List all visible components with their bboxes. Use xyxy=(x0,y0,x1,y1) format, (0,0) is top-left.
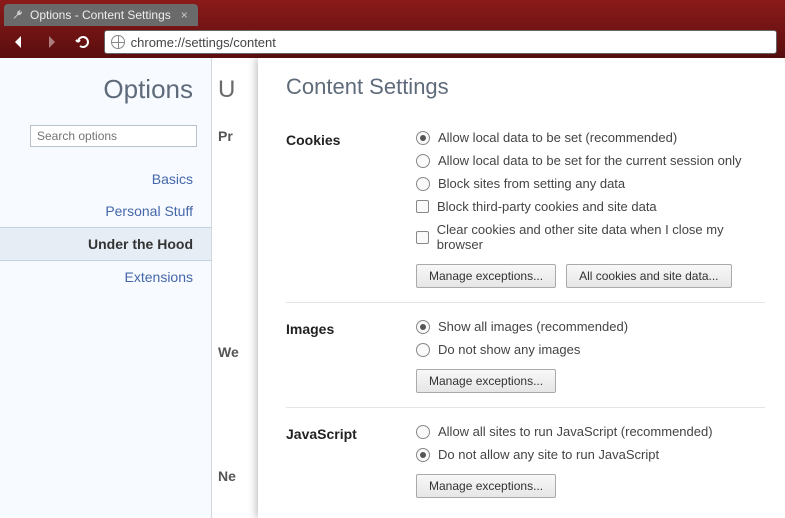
content-settings-modal: Content Settings Cookies Allow local dat… xyxy=(258,58,785,518)
underlay-label: Pr xyxy=(212,128,256,144)
radio-images-hide[interactable] xyxy=(416,343,430,357)
manage-exceptions-button[interactable]: Manage exceptions... xyxy=(416,369,556,393)
radio-label: Do not allow any site to run JavaScript xyxy=(438,447,659,462)
underlay-label: Ne xyxy=(212,468,256,484)
search-input[interactable] xyxy=(30,125,197,147)
section-images: Images Show all images (recommended) Do … xyxy=(286,313,765,408)
section-label-cookies: Cookies xyxy=(286,130,416,288)
all-cookies-button[interactable]: All cookies and site data... xyxy=(566,264,731,288)
sidebar: Options Basics Personal Stuff Under the … xyxy=(0,58,212,518)
underlay-column: U Pr We Ne xyxy=(212,58,256,518)
tab-strip: Options - Content Settings × xyxy=(0,0,785,26)
manage-exceptions-button[interactable]: Manage exceptions... xyxy=(416,474,556,498)
radio-cookies-allow[interactable] xyxy=(416,131,430,145)
radio-cookies-session[interactable] xyxy=(416,154,430,168)
radio-js-allow[interactable] xyxy=(416,425,430,439)
radio-images-show[interactable] xyxy=(416,320,430,334)
underlay-heading: U xyxy=(212,76,256,104)
radio-label: Allow local data to be set for the curre… xyxy=(438,153,742,168)
browser-tab[interactable]: Options - Content Settings × xyxy=(4,4,198,26)
manage-exceptions-button[interactable]: Manage exceptions... xyxy=(416,264,556,288)
arrow-right-icon xyxy=(43,34,59,50)
radio-cookies-block[interactable] xyxy=(416,177,430,191)
page-title: Options xyxy=(0,58,211,125)
sidebar-item-under-the-hood[interactable]: Under the Hood xyxy=(0,227,211,261)
radio-label: Show all images (recommended) xyxy=(438,319,628,334)
sidebar-nav: Basics Personal Stuff Under the Hood Ext… xyxy=(0,163,211,293)
forward-button[interactable] xyxy=(40,31,62,53)
browser-chrome: Options - Content Settings × xyxy=(0,0,785,58)
browser-toolbar xyxy=(0,26,785,58)
arrow-left-icon xyxy=(11,34,27,50)
sidebar-item-personal-stuff[interactable]: Personal Stuff xyxy=(0,195,211,227)
modal-title: Content Settings xyxy=(286,74,765,100)
radio-label: Do not show any images xyxy=(438,342,580,357)
search-options xyxy=(30,125,197,147)
tab-title: Options - Content Settings xyxy=(30,8,171,22)
radio-js-block[interactable] xyxy=(416,448,430,462)
close-icon[interactable]: × xyxy=(181,8,188,22)
sidebar-item-basics[interactable]: Basics xyxy=(0,163,211,195)
sidebar-item-extensions[interactable]: Extensions xyxy=(0,261,211,293)
radio-label: Allow all sites to run JavaScript (recom… xyxy=(438,424,713,439)
checkbox-clear-on-close[interactable] xyxy=(416,231,429,244)
globe-icon xyxy=(111,35,125,49)
section-label-images: Images xyxy=(286,319,416,393)
url-input[interactable] xyxy=(131,35,770,50)
checkbox-label: Clear cookies and other site data when I… xyxy=(437,222,765,252)
radio-label: Block sites from setting any data xyxy=(438,176,625,191)
checkbox-label: Block third-party cookies and site data xyxy=(437,199,657,214)
reload-icon xyxy=(75,34,91,50)
section-cookies: Cookies Allow local data to be set (reco… xyxy=(286,124,765,303)
radio-label: Allow local data to be set (recommended) xyxy=(438,130,677,145)
wrench-icon xyxy=(12,9,24,21)
checkbox-block-third-party[interactable] xyxy=(416,200,429,213)
section-javascript: JavaScript Allow all sites to run JavaSc… xyxy=(286,418,765,512)
reload-button[interactable] xyxy=(72,31,94,53)
underlay-label: We xyxy=(212,344,256,360)
back-button[interactable] xyxy=(8,31,30,53)
page-body: Options Basics Personal Stuff Under the … xyxy=(0,58,785,518)
url-bar[interactable] xyxy=(104,30,777,54)
section-label-javascript: JavaScript xyxy=(286,424,416,498)
